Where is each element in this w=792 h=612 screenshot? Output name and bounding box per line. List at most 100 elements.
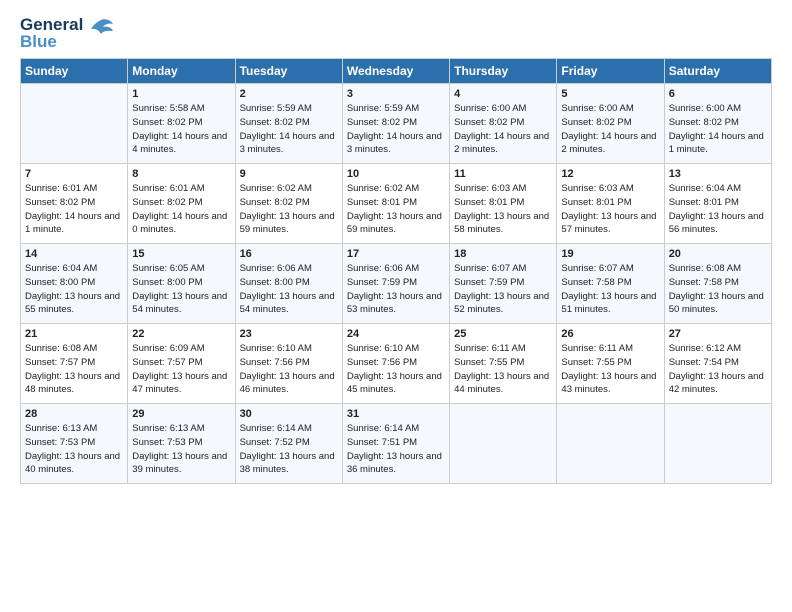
- cell-w2-d4: 10Sunrise: 6:02 AMSunset: 8:01 PMDayligh…: [342, 164, 449, 244]
- sunset: Sunset: 7:53 PM: [132, 437, 202, 448]
- sunset: Sunset: 7:56 PM: [240, 357, 310, 368]
- cell-w2-d5: 11Sunrise: 6:03 AMSunset: 8:01 PMDayligh…: [450, 164, 557, 244]
- sunset: Sunset: 8:02 PM: [240, 117, 310, 128]
- daylight: Daylight: 14 hours and 1 minute.: [25, 211, 120, 236]
- daylight: Daylight: 13 hours and 58 minutes.: [454, 211, 549, 236]
- cell-w4-d4: 24 Sunrise: 6:10 AMSunset: 7:56 PMDayligh…: [342, 324, 449, 404]
- cell-w3-d2: 15Sunrise: 6:05 AMSunset: 8:00 PMDayligh…: [128, 244, 235, 324]
- cell-w4-d1: 21Sunrise: 6:08 AMSunset: 7:57 PMDayligh…: [21, 324, 128, 404]
- day-info: Sunrise: 6:08 AMSunset: 7:57 PMDaylight:…: [25, 342, 123, 397]
- day-info: Sunrise: 6:14 AMSunset: 7:51 PMDaylight:…: [347, 422, 445, 477]
- cell-w5-d4: 31 Sunrise: 6:14 AMSunset: 7:51 PMDayligh…: [342, 404, 449, 484]
- day-info: Sunrise: 6:01 AMSunset: 8:02 PMDaylight:…: [132, 182, 230, 237]
- cell-w1-d1: [21, 84, 128, 164]
- sunrise: Sunrise: 6:03 AM: [454, 183, 526, 194]
- sunrise: Sunrise: 6:13 AM: [132, 423, 204, 434]
- cell-w1-d7: 6Sunrise: 6:00 AMSunset: 8:02 PMDaylight…: [664, 84, 771, 164]
- cell-w2-d3: 9Sunrise: 6:02 AMSunset: 8:02 PMDaylight…: [235, 164, 342, 244]
- day-info: Sunrise: 6:05 AMSunset: 8:00 PMDaylight:…: [132, 262, 230, 317]
- daylight: Daylight: 13 hours and 38 minutes.: [240, 451, 335, 476]
- cell-w4-d2: 22Sunrise: 6:09 AMSunset: 7:57 PMDayligh…: [128, 324, 235, 404]
- week-row-4: 21Sunrise: 6:08 AMSunset: 7:57 PMDayligh…: [21, 324, 772, 404]
- day-info: Sunrise: 6:13 AMSunset: 7:53 PMDaylight:…: [25, 422, 123, 477]
- sunrise: Sunrise: 6:02 AM: [347, 183, 419, 194]
- daylight: Daylight: 13 hours and 59 minutes.: [347, 211, 442, 236]
- day-number: 6: [669, 88, 767, 100]
- week-row-2: 7Sunrise: 6:01 AMSunset: 8:02 PMDaylight…: [21, 164, 772, 244]
- sunset: Sunset: 7:58 PM: [669, 277, 739, 288]
- day-info: Sunrise: 6:03 AMSunset: 8:01 PMDaylight:…: [454, 182, 552, 237]
- cell-w5-d1: 28 Sunrise: 6:13 AMSunset: 7:53 PMDayligh…: [21, 404, 128, 484]
- sunrise: Sunrise: 6:08 AM: [669, 263, 741, 274]
- sunrise: Sunrise: 6:08 AM: [25, 343, 97, 354]
- cell-w4-d3: 23Sunrise: 6:10 AMSunset: 7:56 PMDayligh…: [235, 324, 342, 404]
- sunset: Sunset: 7:55 PM: [454, 357, 524, 368]
- sunrise: Sunrise: 6:10 AM: [240, 343, 312, 354]
- day-number: 5: [561, 88, 659, 100]
- sunset: Sunset: 8:02 PM: [132, 117, 202, 128]
- day-number: 28: [25, 408, 123, 420]
- cell-w1-d6: 5Sunrise: 6:00 AMSunset: 8:02 PMDaylight…: [557, 84, 664, 164]
- day-info: Sunrise: 6:10 AMSunset: 7:56 PMDaylight:…: [347, 342, 445, 397]
- sunset: Sunset: 8:02 PM: [132, 197, 202, 208]
- day-number: 25: [454, 328, 552, 340]
- sunrise: Sunrise: 6:07 AM: [454, 263, 526, 274]
- cell-w2-d2: 8Sunrise: 6:01 AMSunset: 8:02 PMDaylight…: [128, 164, 235, 244]
- sunset: Sunset: 7:52 PM: [240, 437, 310, 448]
- sunrise: Sunrise: 5:59 AM: [347, 103, 419, 114]
- cell-w3-d6: 19Sunrise: 6:07 AMSunset: 7:58 PMDayligh…: [557, 244, 664, 324]
- daylight: Daylight: 13 hours and 54 minutes.: [240, 291, 335, 316]
- col-header-monday: Monday: [128, 59, 235, 84]
- day-number: 26: [561, 328, 659, 340]
- sunrise: Sunrise: 6:07 AM: [561, 263, 633, 274]
- day-info: Sunrise: 6:01 AMSunset: 8:02 PMDaylight:…: [25, 182, 123, 237]
- day-number: 1: [132, 88, 230, 100]
- sunrise: Sunrise: 6:00 AM: [561, 103, 633, 114]
- cell-w5-d5: [450, 404, 557, 484]
- day-number: 2: [240, 88, 338, 100]
- week-row-3: 14Sunrise: 6:04 AMSunset: 8:00 PMDayligh…: [21, 244, 772, 324]
- cell-w4-d6: 26Sunrise: 6:11 AMSunset: 7:55 PMDayligh…: [557, 324, 664, 404]
- cell-w3-d5: 18Sunrise: 6:07 AMSunset: 7:59 PMDayligh…: [450, 244, 557, 324]
- cell-w1-d4: 3Sunrise: 5:59 AMSunset: 8:02 PMDaylight…: [342, 84, 449, 164]
- cell-w2-d7: 13Sunrise: 6:04 AMSunset: 8:01 PMDayligh…: [664, 164, 771, 244]
- col-header-wednesday: Wednesday: [342, 59, 449, 84]
- day-info: Sunrise: 6:06 AMSunset: 8:00 PMDaylight:…: [240, 262, 338, 317]
- sunrise: Sunrise: 6:03 AM: [561, 183, 633, 194]
- sunset: Sunset: 7:59 PM: [454, 277, 524, 288]
- cell-w3-d4: 17Sunrise: 6:06 AMSunset: 7:59 PMDayligh…: [342, 244, 449, 324]
- daylight: Daylight: 13 hours and 36 minutes.: [347, 451, 442, 476]
- day-number: 20: [669, 248, 767, 260]
- sunrise: Sunrise: 6:00 AM: [454, 103, 526, 114]
- sunset: Sunset: 7:54 PM: [669, 357, 739, 368]
- day-number: 19: [561, 248, 659, 260]
- daylight: Daylight: 13 hours and 46 minutes.: [240, 371, 335, 396]
- day-number: 12: [561, 168, 659, 180]
- day-number: 24: [347, 328, 445, 340]
- sunrise: Sunrise: 5:58 AM: [132, 103, 204, 114]
- sunset: Sunset: 8:01 PM: [347, 197, 417, 208]
- sunrise: Sunrise: 6:00 AM: [669, 103, 741, 114]
- col-header-thursday: Thursday: [450, 59, 557, 84]
- daylight: Daylight: 13 hours and 44 minutes.: [454, 371, 549, 396]
- day-info: Sunrise: 6:07 AMSunset: 7:59 PMDaylight:…: [454, 262, 552, 317]
- sunrise: Sunrise: 5:59 AM: [240, 103, 312, 114]
- day-info: Sunrise: 6:04 AMSunset: 8:01 PMDaylight:…: [669, 182, 767, 237]
- day-number: 4: [454, 88, 552, 100]
- sunrise: Sunrise: 6:13 AM: [25, 423, 97, 434]
- logo: General Blue: [20, 16, 115, 50]
- day-info: Sunrise: 6:10 AM Sunset: 7:56 PM Daylight:…: [240, 342, 338, 397]
- cell-w5-d7: [664, 404, 771, 484]
- cell-w1-d5: 4Sunrise: 6:00 AMSunset: 8:02 PMDaylight…: [450, 84, 557, 164]
- cell-w5-d6: [557, 404, 664, 484]
- day-number: 31: [347, 408, 445, 420]
- cell-w1-d2: 1 Sunrise: 5:58 AM Sunset: 8:02 PM Daylight…: [128, 84, 235, 164]
- sunset: Sunset: 7:55 PM: [561, 357, 631, 368]
- day-info: Sunrise: 5:58 AM Sunset: 8:02 PM Daylight:…: [132, 102, 230, 157]
- daylight: Daylight: 14 hours and 4 minutes.: [132, 131, 227, 156]
- sunset: Sunset: 8:02 PM: [454, 117, 524, 128]
- sunrise: Sunrise: 6:04 AM: [669, 183, 741, 194]
- week-row-5: 28Sunrise: 6:13 AMSunset: 7:53 PMDayligh…: [21, 404, 772, 484]
- sunset: Sunset: 8:00 PM: [25, 277, 95, 288]
- day-number: 18: [454, 248, 552, 260]
